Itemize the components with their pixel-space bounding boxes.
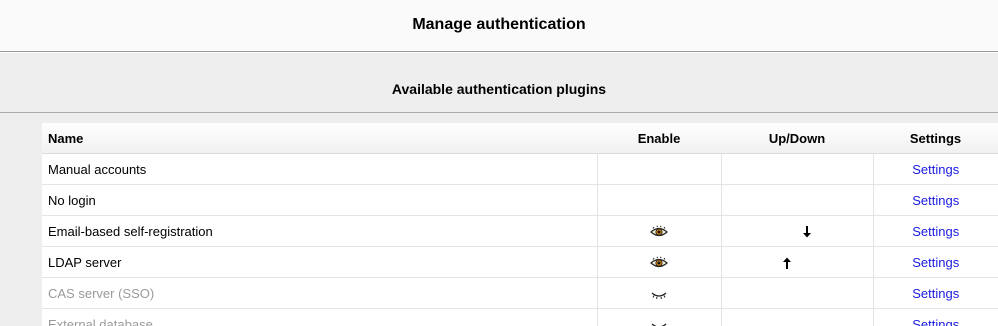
settings-link[interactable]: Settings: [912, 224, 959, 239]
eye-closed-icon[interactable]: [649, 287, 669, 301]
table-header-row: Name Enable Up/Down Settings: [42, 123, 998, 154]
updown-cell: [720, 215, 873, 247]
table-row: No login Settings: [42, 184, 998, 216]
plugin-name: No login: [42, 184, 597, 216]
manage-authentication-page: Manage authentication Available authenti…: [0, 0, 998, 326]
settings-cell: Settings: [872, 153, 998, 185]
plugin-name: Email-based self-registration: [42, 215, 597, 247]
plugin-name: Manual accounts: [42, 153, 597, 185]
column-header-settings: Settings: [873, 123, 998, 154]
eye-open-icon[interactable]: [649, 225, 669, 239]
settings-link[interactable]: Settings: [912, 193, 959, 208]
settings-cell: Settings: [872, 277, 998, 309]
updown-cell: [720, 184, 873, 216]
column-header-enable: Enable: [597, 123, 721, 154]
section-title: Available authentication plugins: [391, 80, 607, 97]
enable-cell: [596, 308, 721, 326]
section-header: Available authentication plugins: [0, 53, 998, 113]
enable-cell: [596, 184, 721, 216]
settings-cell: Settings: [872, 215, 998, 247]
arrow-down-icon[interactable]: [800, 225, 814, 239]
enable-cell: [596, 277, 721, 309]
enable-cell: [596, 246, 721, 278]
page-title: Manage authentication: [412, 15, 586, 33]
eye-closed-icon[interactable]: [649, 318, 669, 326]
settings-link[interactable]: Settings: [912, 286, 959, 301]
updown-cell: [720, 246, 873, 278]
settings-link[interactable]: Settings: [912, 162, 959, 177]
plugin-name: External database: [42, 308, 597, 326]
settings-link[interactable]: Settings: [912, 255, 959, 270]
eye-open-icon[interactable]: [649, 256, 669, 270]
updown-cell: [720, 308, 873, 326]
table-row: External database Settings: [42, 308, 998, 326]
table-row: Manual accounts Settings: [42, 153, 998, 185]
table-row: CAS server (SSO) Settings: [42, 277, 998, 309]
table-row: LDAP server Settings: [42, 246, 998, 278]
plugin-name: LDAP server: [42, 246, 597, 278]
plugin-name: CAS server (SSO): [42, 277, 597, 309]
enable-cell: [596, 153, 721, 185]
updown-cell: [720, 277, 873, 309]
arrow-up-icon[interactable]: [780, 256, 794, 270]
settings-cell: Settings: [872, 308, 998, 326]
auth-plugins-table: Name Enable Up/Down Settings Manual acco…: [42, 123, 998, 326]
settings-cell: Settings: [872, 246, 998, 278]
settings-cell: Settings: [872, 184, 998, 216]
table-row: Email-based self-registration Settings: [42, 215, 998, 247]
enable-cell: [596, 215, 721, 247]
column-header-updown: Up/Down: [721, 123, 873, 154]
column-header-name: Name: [42, 123, 597, 154]
plugins-table-container: Name Enable Up/Down Settings Manual acco…: [0, 113, 998, 326]
page-header: Manage authentication: [0, 0, 998, 52]
settings-link[interactable]: Settings: [912, 317, 959, 326]
updown-cell: [720, 153, 873, 185]
table-body: Manual accounts Settings No login Settin…: [42, 153, 998, 326]
